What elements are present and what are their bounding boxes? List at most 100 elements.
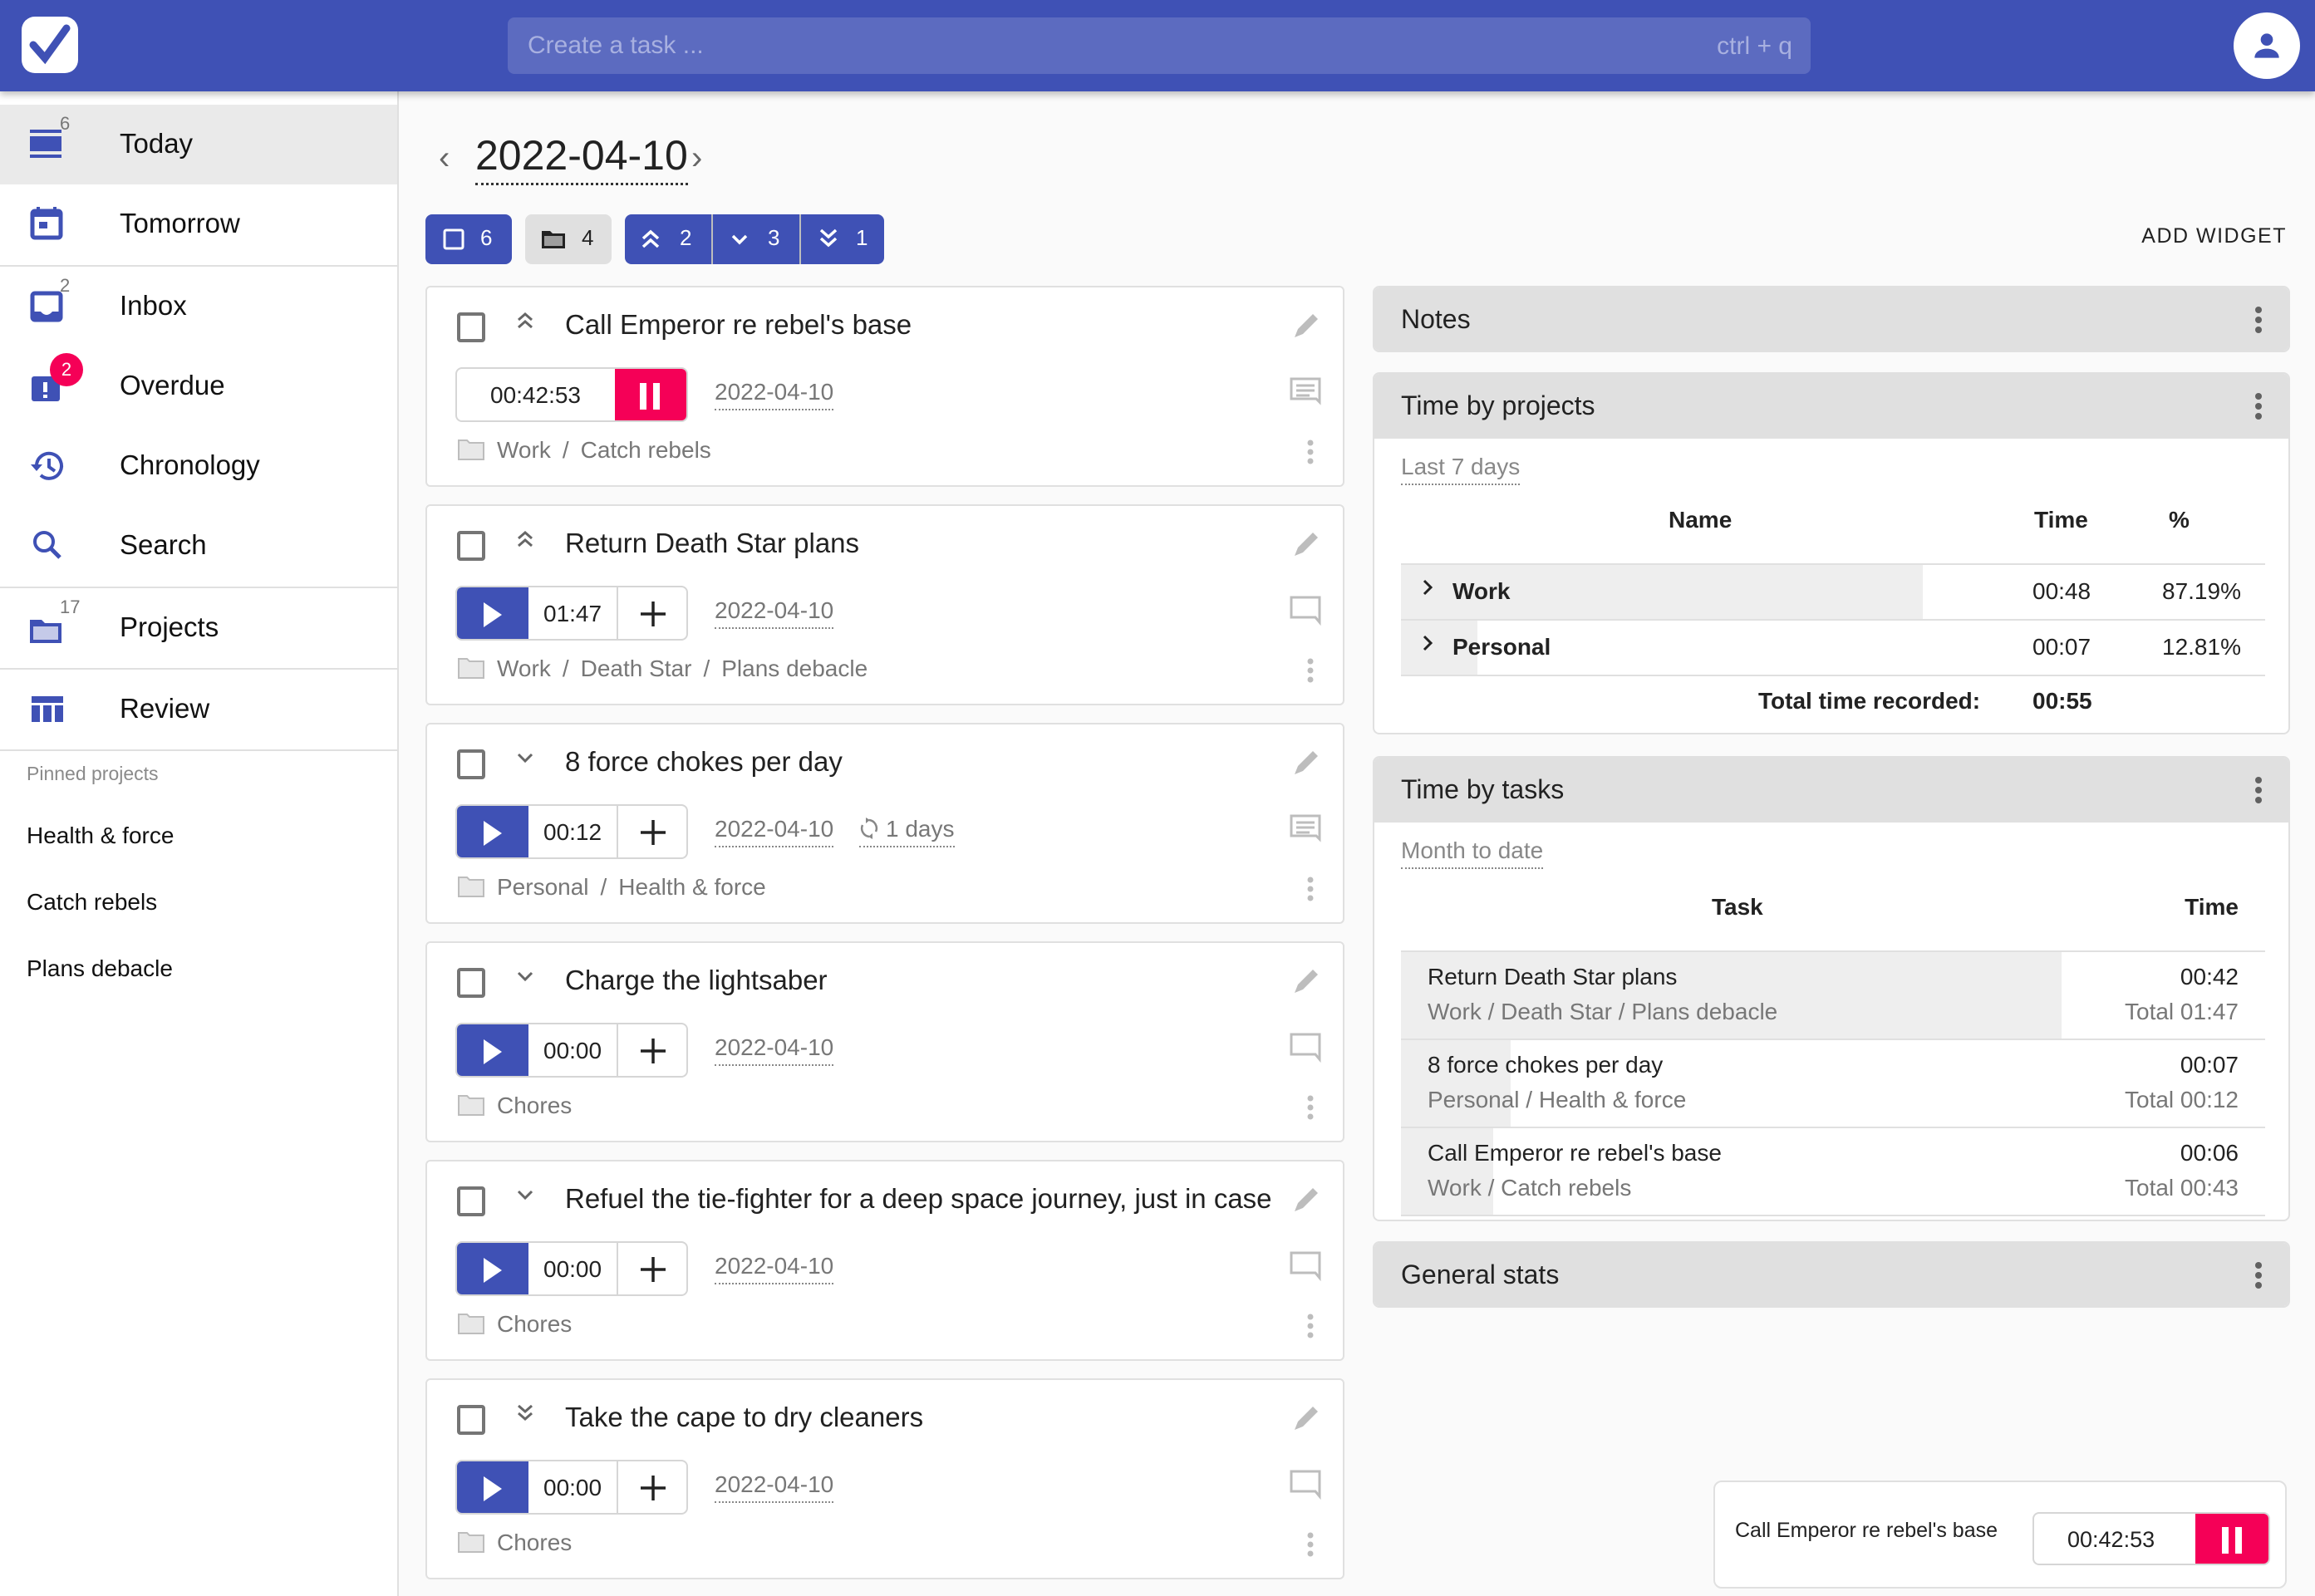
sidebar-item-projects[interactable]: 17 Projects bbox=[0, 588, 397, 668]
task-time-row[interactable]: Return Death Star plans Work / Death Sta… bbox=[1401, 950, 2265, 1039]
expand-chevron-icon[interactable] bbox=[1421, 632, 1436, 660]
sidebar-item-search[interactable]: Search bbox=[0, 506, 397, 586]
sidebar-item-tomorrow[interactable]: Tomorrow bbox=[0, 184, 397, 264]
task-checkbox[interactable] bbox=[457, 312, 485, 342]
comment-icon[interactable] bbox=[1290, 1251, 1321, 1285]
sidebar-item-overdue[interactable]: 2 Overdue bbox=[0, 346, 397, 426]
sidebar-item-today[interactable]: 6 Today bbox=[0, 105, 397, 184]
due-date[interactable]: 2022-04-10 bbox=[715, 1034, 834, 1066]
previous-day-chevron-icon[interactable]: ‹ bbox=[439, 140, 450, 177]
path-segment[interactable]: Work bbox=[497, 437, 551, 463]
more-vert-icon[interactable] bbox=[2254, 776, 2263, 808]
add-time-button[interactable] bbox=[617, 587, 686, 639]
edit-pencil-icon[interactable] bbox=[1291, 1403, 1321, 1437]
start-timer-button[interactable] bbox=[457, 1024, 528, 1076]
add-time-button[interactable] bbox=[617, 1024, 686, 1076]
path-segment[interactable]: Catch rebels bbox=[581, 437, 711, 463]
task-title[interactable]: Charge the lightsaber bbox=[565, 965, 828, 996]
path-segment[interactable]: Plans debacle bbox=[721, 656, 868, 681]
more-vert-icon[interactable] bbox=[2254, 1261, 2263, 1294]
notes-comment-icon[interactable] bbox=[1290, 814, 1321, 848]
chevron-down-icon[interactable] bbox=[515, 1183, 535, 1212]
path-segment[interactable]: Chores bbox=[497, 1530, 572, 1555]
path-segment[interactable]: Death Star bbox=[581, 656, 692, 681]
task-checkbox[interactable] bbox=[457, 968, 485, 998]
chevron-down-icon[interactable] bbox=[515, 965, 535, 994]
edit-pencil-icon[interactable] bbox=[1291, 966, 1321, 1000]
current-date[interactable]: 2022-04-10 bbox=[475, 131, 688, 185]
pinned-project-health-force[interactable]: Health & force bbox=[27, 823, 174, 849]
filter-lowest-priority[interactable]: 1 bbox=[801, 214, 884, 264]
filter-projects-chip[interactable]: 4 bbox=[525, 214, 612, 264]
date-range-selector[interactable]: Month to date bbox=[1401, 837, 1544, 869]
edit-pencil-icon[interactable] bbox=[1291, 1185, 1321, 1219]
next-day-chevron-icon[interactable]: › bbox=[691, 140, 702, 177]
due-date[interactable]: 2022-04-10 bbox=[715, 1471, 834, 1503]
chevron-down-icon[interactable] bbox=[515, 746, 535, 775]
more-vert-icon[interactable] bbox=[1306, 1313, 1315, 1343]
add-time-button[interactable] bbox=[617, 1243, 686, 1294]
edit-pencil-icon[interactable] bbox=[1291, 311, 1321, 345]
task-title[interactable]: Call Emperor re rebel's base bbox=[565, 309, 912, 341]
task-checkbox[interactable] bbox=[457, 1405, 485, 1435]
task-time-row[interactable]: 8 force chokes per day Personal / Health… bbox=[1401, 1039, 2265, 1127]
pause-button[interactable] bbox=[2195, 1514, 2268, 1564]
task-checkbox[interactable] bbox=[457, 1186, 485, 1216]
due-date[interactable]: 2022-04-10 bbox=[715, 597, 834, 629]
path-segment[interactable]: Health & force bbox=[618, 874, 765, 900]
pinned-project-plans-debacle[interactable]: Plans debacle bbox=[27, 955, 173, 982]
due-date[interactable]: 2022-04-10 bbox=[715, 816, 834, 847]
task-title[interactable]: 8 force chokes per day bbox=[565, 746, 843, 778]
project-row[interactable]: Work 00:48 87.19% bbox=[1401, 563, 2265, 619]
pause-button[interactable] bbox=[615, 369, 686, 420]
comment-icon[interactable] bbox=[1290, 1470, 1321, 1504]
expand-chevron-icon[interactable] bbox=[1421, 577, 1436, 604]
pinned-project-catch-rebels[interactable]: Catch rebels bbox=[27, 889, 157, 916]
start-timer-button[interactable] bbox=[457, 1243, 528, 1294]
task-title[interactable]: Refuel the tie-fighter for a deep space … bbox=[565, 1183, 1272, 1215]
task-checkbox[interactable] bbox=[457, 531, 485, 561]
start-timer-button[interactable] bbox=[457, 587, 528, 639]
comment-icon[interactable] bbox=[1290, 1033, 1321, 1067]
add-time-button[interactable] bbox=[617, 806, 686, 857]
edit-pencil-icon[interactable] bbox=[1291, 529, 1321, 563]
double-chevron-up-icon[interactable] bbox=[515, 309, 535, 338]
task-title[interactable]: Take the cape to dry cleaners bbox=[565, 1402, 923, 1433]
more-vert-icon[interactable] bbox=[1306, 657, 1315, 688]
date-range-selector[interactable]: Last 7 days bbox=[1401, 454, 1521, 485]
add-time-button[interactable] bbox=[617, 1461, 686, 1513]
double-chevron-down-icon[interactable] bbox=[515, 1402, 535, 1431]
notes-comment-icon[interactable] bbox=[1290, 377, 1321, 411]
repeat-interval[interactable]: 1 days bbox=[859, 816, 955, 847]
start-timer-button[interactable] bbox=[457, 806, 528, 857]
comment-icon[interactable] bbox=[1290, 596, 1321, 630]
create-task-field[interactable]: ctrl + q bbox=[508, 17, 1811, 74]
task-title[interactable]: Return Death Star plans bbox=[565, 528, 859, 559]
create-task-input[interactable] bbox=[528, 17, 1608, 74]
sidebar-item-review[interactable]: Review bbox=[0, 670, 397, 749]
due-date[interactable]: 2022-04-10 bbox=[715, 379, 834, 410]
app-logo-icon[interactable] bbox=[22, 17, 78, 73]
sidebar-item-chronology[interactable]: Chronology bbox=[0, 426, 397, 506]
more-vert-icon[interactable] bbox=[2254, 306, 2263, 338]
more-vert-icon[interactable] bbox=[1306, 876, 1315, 906]
more-vert-icon[interactable] bbox=[2254, 392, 2263, 425]
edit-pencil-icon[interactable] bbox=[1291, 748, 1321, 782]
filter-tasks-chip[interactable]: 6 bbox=[425, 214, 512, 264]
account-avatar-button[interactable] bbox=[2234, 12, 2300, 79]
task-time-row[interactable]: Call Emperor re rebel's base Work / Catc… bbox=[1401, 1127, 2265, 1215]
filter-high-priority[interactable]: 2 bbox=[625, 214, 711, 264]
more-vert-icon[interactable] bbox=[1306, 1094, 1315, 1125]
double-chevron-up-icon[interactable] bbox=[515, 528, 535, 557]
project-row[interactable]: Personal 00:07 12.81% bbox=[1401, 619, 2265, 675]
path-segment[interactable]: Work bbox=[497, 656, 551, 681]
due-date[interactable]: 2022-04-10 bbox=[715, 1253, 834, 1284]
sidebar-item-inbox[interactable]: 2 Inbox bbox=[0, 267, 397, 346]
path-segment[interactable]: Personal bbox=[497, 874, 589, 900]
add-widget-button[interactable]: ADD WIDGET bbox=[2141, 224, 2287, 248]
start-timer-button[interactable] bbox=[457, 1461, 528, 1513]
path-segment[interactable]: Chores bbox=[497, 1093, 572, 1118]
path-segment[interactable]: Chores bbox=[497, 1311, 572, 1337]
filter-low-priority[interactable]: 3 bbox=[713, 214, 799, 264]
more-vert-icon[interactable] bbox=[1306, 1531, 1315, 1562]
